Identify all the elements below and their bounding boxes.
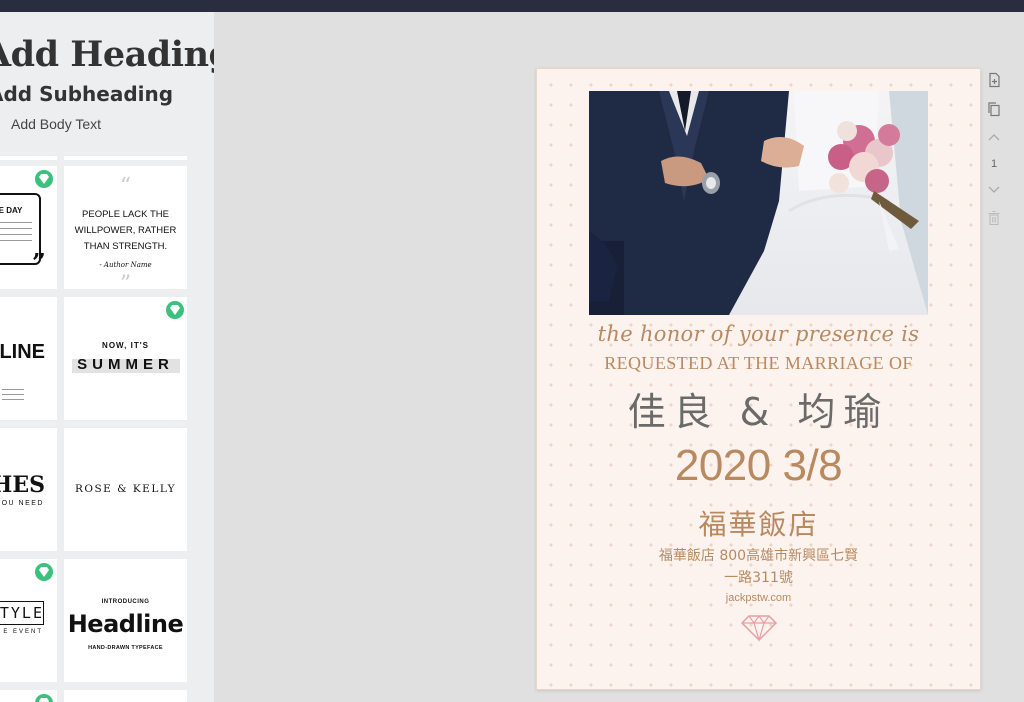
tile-text: SUMMER xyxy=(77,356,174,373)
tile-subtext: E EVENT xyxy=(3,629,43,635)
template-tile-hes[interactable]: HES OU NEED xyxy=(0,428,57,551)
invitation-script-line[interactable]: the honor of your presence is xyxy=(537,322,980,346)
add-page-icon[interactable] xyxy=(986,72,1002,88)
add-body-text-button[interactable]: Add Body Text xyxy=(11,116,101,132)
couple-names[interactable]: 佳良 & 均瑜 xyxy=(537,381,980,436)
tile-text: HES xyxy=(0,472,45,498)
premium-badge-icon xyxy=(35,170,53,188)
tile-text: ROSE & KELLY xyxy=(74,483,177,495)
tile-placeholder-lines xyxy=(2,389,24,401)
move-page-down-icon[interactable] xyxy=(986,181,1002,197)
template-tile-headline[interactable]: INTRODUCING Headline HAND-DRAWN TYPEFACE xyxy=(64,559,187,682)
quote-mark-icon: ” xyxy=(32,248,46,277)
diamond-icon[interactable] xyxy=(740,614,778,646)
quote-author: - Author Name xyxy=(99,261,152,269)
quote-line-2: WILLPOWER, RATHER xyxy=(74,225,177,236)
template-tile-the-day[interactable]: THE DAY ” xyxy=(0,166,57,289)
quote-line-1: PEOPLE LACK THE xyxy=(82,209,169,220)
address-line-2: 一路311號 xyxy=(724,570,793,586)
tile-subtext: INTRODUCING xyxy=(101,599,150,605)
template-tile-quote[interactable]: “ PEOPLE LACK THE WILLPOWER, RATHER THAN… xyxy=(64,166,187,289)
tile-subtext: HAND-DRAWN TYPEFACE xyxy=(88,645,163,651)
quote-close-icon: ” xyxy=(119,272,132,289)
venue-name[interactable]: 福華飯店 xyxy=(537,503,980,543)
wedding-date[interactable]: 2020 3/8 xyxy=(537,441,980,491)
invitation-card[interactable]: the honor of your presence is REQUESTED … xyxy=(536,68,981,690)
premium-badge-icon xyxy=(35,563,53,581)
template-tile-summer[interactable]: NOW, IT'S SUMMER xyxy=(64,297,187,420)
wedding-couple-image xyxy=(589,91,928,315)
page-number: 1 xyxy=(990,158,998,170)
tile-text: THE DAY xyxy=(0,206,23,215)
add-subheading-button[interactable]: Add Subheading xyxy=(0,82,173,106)
delete-page-icon[interactable] xyxy=(986,210,1002,226)
template-tile-line[interactable]: LINE xyxy=(0,297,57,420)
website-link[interactable]: jackpstw.com xyxy=(537,592,980,604)
move-page-up-icon[interactable] xyxy=(986,130,1002,146)
tile-subtext: NOW, IT'S xyxy=(102,341,149,350)
top-bar xyxy=(0,0,1024,12)
template-tile[interactable] xyxy=(64,156,187,160)
template-tile[interactable] xyxy=(0,156,57,160)
template-tile-rose-kelly[interactable]: ROSE & KELLY xyxy=(64,428,187,551)
template-tile-style[interactable]: TYLE E EVENT xyxy=(0,559,57,682)
tile-text: TYLE xyxy=(0,604,44,622)
tile-placeholder-lines xyxy=(0,222,32,246)
wedding-photo[interactable] xyxy=(589,91,928,315)
invitation-requested-line[interactable]: REQUESTED AT THE MARRIAGE OF xyxy=(537,353,980,374)
quote-open-icon: “ xyxy=(119,174,132,199)
add-heading-button[interactable]: Add Heading xyxy=(0,34,214,75)
template-tile[interactable] xyxy=(64,690,187,702)
premium-badge-icon xyxy=(166,301,184,319)
tile-text: LINE xyxy=(0,341,45,363)
text-sidebar: Add Heading Add Subheading Add Body Text… xyxy=(0,12,214,702)
quote-line-3: THAN STRENGTH. xyxy=(83,241,168,252)
address-line-1: 福華飯店 800高雄市新興區七賢 xyxy=(658,548,859,564)
template-tile[interactable] xyxy=(0,690,57,702)
duplicate-page-icon[interactable] xyxy=(986,101,1002,117)
tile-text: Headline xyxy=(67,610,184,638)
tile-subtext: OU NEED xyxy=(1,500,44,507)
venue-address[interactable]: 福華飯店 800高雄市新興區七賢 一路311號 xyxy=(637,545,880,589)
premium-badge-icon xyxy=(35,694,53,702)
